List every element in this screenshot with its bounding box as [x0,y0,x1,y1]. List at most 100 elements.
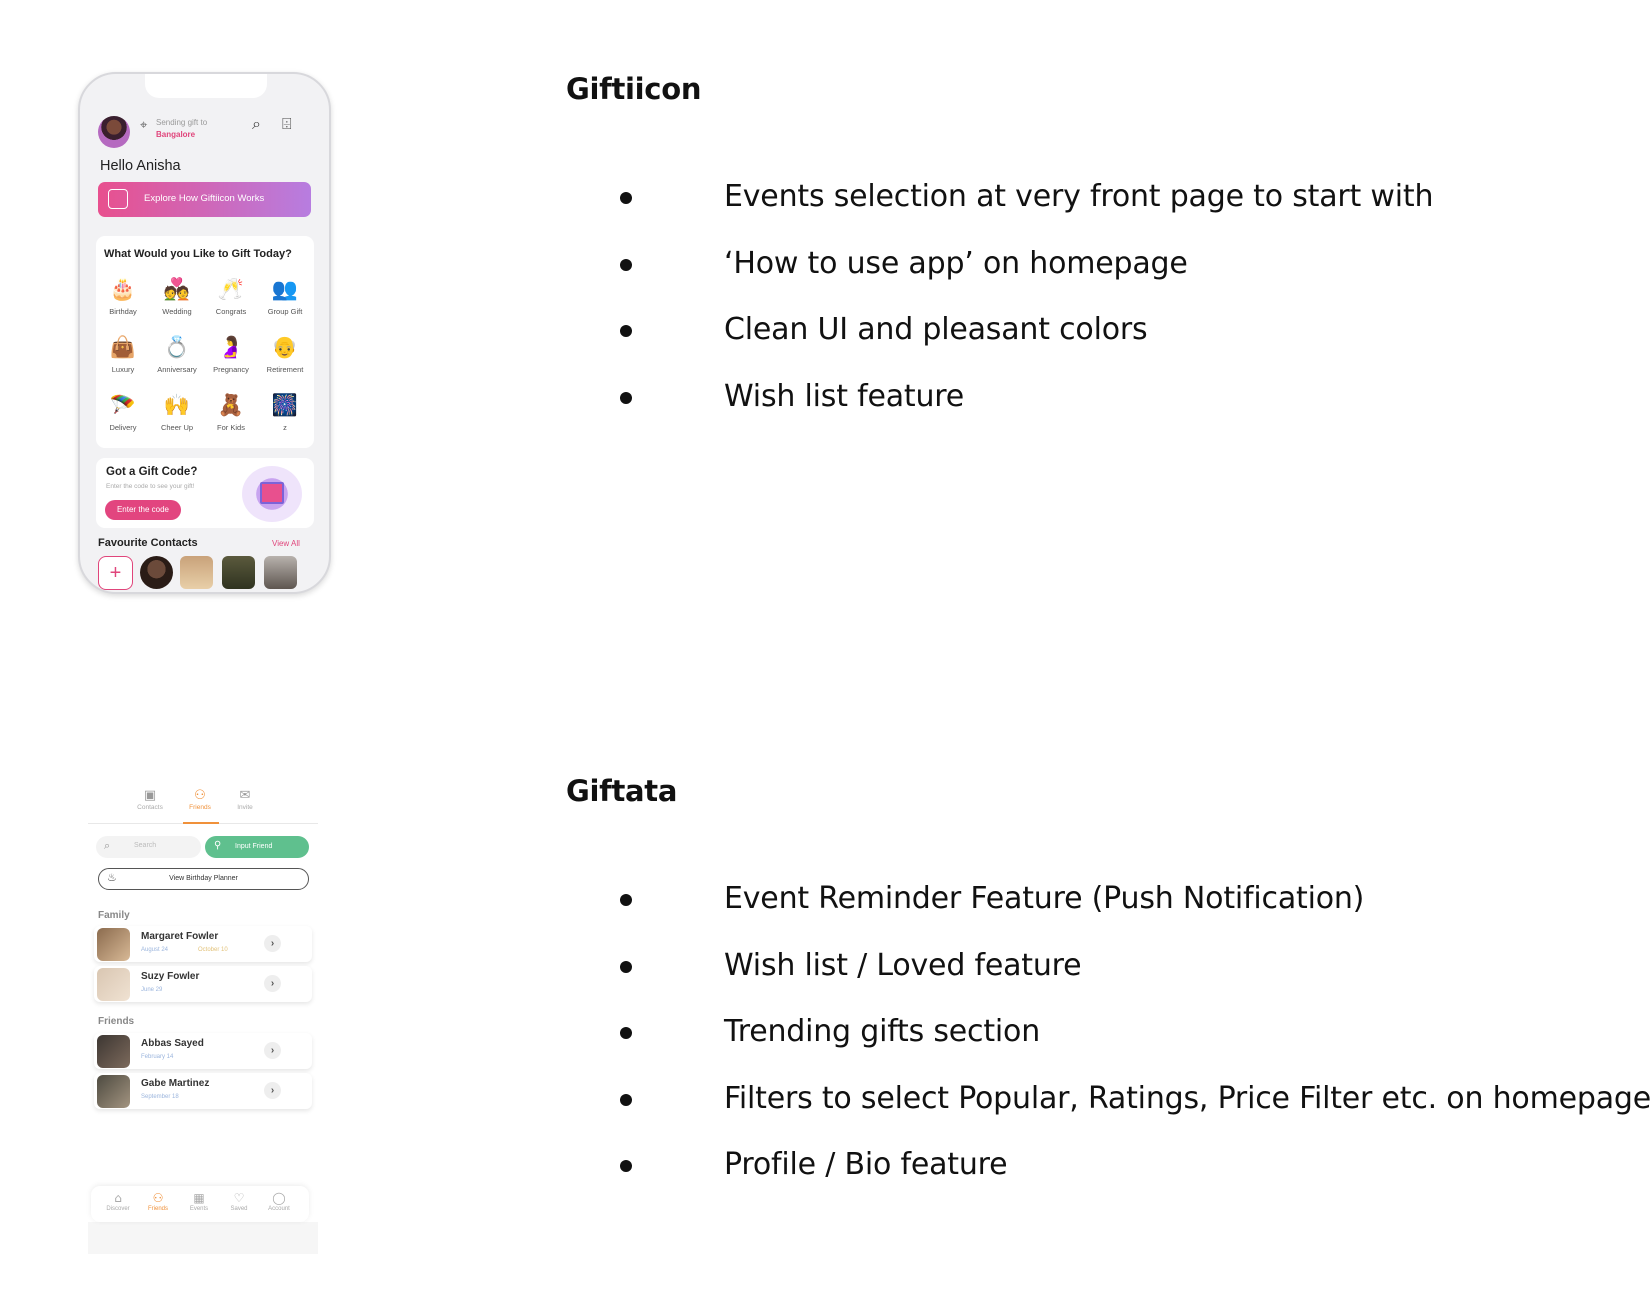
add-contact-button[interactable]: + [98,556,133,590]
category-label: Wedding [162,307,192,316]
avatar[interactable] [98,116,130,148]
category-anniversary[interactable]: 💍 Anniversary [150,334,204,374]
category-wedding[interactable]: 💑 Wedding [150,276,204,316]
city-selector[interactable]: Bangalore [156,130,195,139]
giftata-phone-screenshot: ▣ Contacts ⚇ Friends ✉ Invite ⌕ Search ⚲… [88,786,318,1254]
category-pregnancy[interactable]: 🤰 Pregnancy [204,334,258,374]
bullet-text: ‘How to use app’ on homepage [724,245,1188,281]
bullet-dot [620,391,632,404]
greeting: Hello Anisha [100,158,181,174]
category-for-kids[interactable]: 🧸 For Kids [204,392,258,432]
category-congrats[interactable]: 🥂 Congrats [204,276,258,316]
favourite-contact-avatar[interactable] [180,556,213,589]
bullet-item: ‘How to use app’ on homepage [620,245,1433,314]
chevron-right-icon[interactable]: › [264,1042,281,1059]
birthday-planner-button[interactable]: ♨ View Birthday Planner [98,868,309,890]
sending-label: Sending gift to [156,118,208,127]
nav-account[interactable]: ◯ Account [259,1191,299,1212]
favourite-contact-avatar[interactable] [140,556,173,589]
search-input[interactable]: ⌕ Search [96,836,201,858]
search-icon: ⌕ [104,839,111,852]
nav-label: Saved [230,1206,248,1212]
category-birthday[interactable]: 🎂 Birthday [96,276,150,316]
nav-saved[interactable]: ♡ Saved [219,1191,259,1212]
active-tab-indicator [183,822,219,824]
gift-code-title: Got a Gift Code? [106,466,198,478]
gift-box-illustration [242,466,302,522]
giftiicon-phone-screenshot: ⌖ Sending gift to Bangalore ⌕ ⌹ Hello An… [78,72,331,594]
category-question: What Would you Like to Gift Today? [104,248,292,260]
bullet-dot [620,1093,632,1106]
explore-label: Explore How Giftiicon Works [144,193,265,204]
bullet-item: Events selection at very front page to s… [620,180,1433,247]
bottom-navigation: ⌂ Discover ⚇ Friends ▦ Events ♡ Saved ◯ … [91,1186,309,1222]
category-label: Luxury [111,365,135,374]
category-group-gift[interactable]: 👥 Group Gift [258,276,312,316]
favourite-contact-avatar[interactable] [222,556,255,589]
shopping-bag-icon: 👜 [109,335,137,359]
list-item[interactable]: Margaret Fowler August 24 October 10 › [94,926,312,962]
bullet-list-giftiicon: Events selection at very front page to s… [620,180,1433,446]
bullet-item: Trending gifts section [620,1015,1650,1082]
enter-code-button[interactable]: Enter the code [105,500,181,520]
nav-events[interactable]: ▦ Events [179,1191,219,1212]
category-delivery[interactable]: 🪂 Delivery [96,392,150,432]
chevron-right-icon[interactable]: › [264,1082,281,1099]
cake-icon: 🎂 [109,277,137,301]
category-label: Delivery [109,423,137,432]
category-retirement[interactable]: 👴 Retirement [258,334,312,374]
gift-icon[interactable]: ⌹ [282,114,292,134]
nav-discover[interactable]: ⌂ Discover [98,1191,138,1212]
category-z[interactable]: 🎆 z [258,392,312,432]
bullet-dot [620,1160,632,1173]
bullet-text: Trending gifts section [724,1014,1041,1050]
top-tab-bar: ▣ Contacts ⚇ Friends ✉ Invite [88,786,318,824]
input-friend-button[interactable]: ⚲ Input Friend [205,836,309,858]
birthday-date: June 29 [141,987,163,993]
input-friend-label: Input Friend [235,843,273,850]
friends-icon: ⚇ [194,788,206,803]
location-pin-icon: ⌖ [140,118,148,133]
category-label: Congrats [215,307,247,316]
bullet-item: Filters to select Popular, Ratings, Pric… [620,1081,1650,1149]
explore-banner-button[interactable]: Explore How Giftiicon Works [98,182,311,217]
phone-gift-icon [108,189,128,209]
chevron-right-icon[interactable]: › [264,975,281,992]
bullet-text: Clean UI and pleasant colors [724,312,1148,348]
bullet-text: Wish list feature [724,378,965,414]
category-luxury[interactable]: 👜 Luxury [96,334,150,374]
pregnancy-icon: 🤰 [217,335,245,359]
view-all-link[interactable]: View All [272,539,300,548]
avatar [97,968,130,1001]
search-placeholder: Search [134,842,157,849]
avatar [97,1035,130,1068]
category-label: Birthday [109,307,137,316]
bullet-dot [620,894,632,906]
group-icon: 👥 [271,277,299,301]
nav-label: Events [189,1206,209,1212]
calendar-icon: ▦ [193,1191,205,1205]
nav-friends[interactable]: ⚇ Friends [138,1191,178,1212]
contact-name: Suzy Fowler [141,971,200,982]
tab-contacts[interactable]: ▣ Contacts [128,788,172,811]
search-icon[interactable]: ⌕ [252,114,261,134]
favourite-contact-avatar[interactable] [264,556,297,589]
list-item[interactable]: Suzy Fowler June 29 › [94,966,312,1002]
group-heading-family: Family [98,910,130,921]
greeting-prefix: Hello [100,158,134,174]
phone-notch [145,74,267,98]
gift-icon: ⌂ [114,1191,122,1205]
tab-invite[interactable]: ✉ Invite [223,788,267,811]
tab-friends[interactable]: ⚇ Friends [178,788,222,811]
contacts-icon: ▣ [143,788,157,803]
tab-label: Contacts [137,804,163,811]
chevron-right-icon[interactable]: › [264,935,281,952]
gift-category-card: What Would you Like to Gift Today? 🎂 Birt… [96,236,314,448]
bullet-item: Clean UI and pleasant colors [620,313,1433,380]
tab-label: Invite [237,804,253,811]
category-cheer-up[interactable]: 🙌 Cheer Up [150,392,204,432]
list-item[interactable]: Abbas Sayed February 14 › [94,1033,312,1069]
bottom-area [88,1222,318,1254]
category-label: For Kids [217,423,245,432]
list-item[interactable]: Gabe Martinez September 18 › [94,1073,312,1109]
